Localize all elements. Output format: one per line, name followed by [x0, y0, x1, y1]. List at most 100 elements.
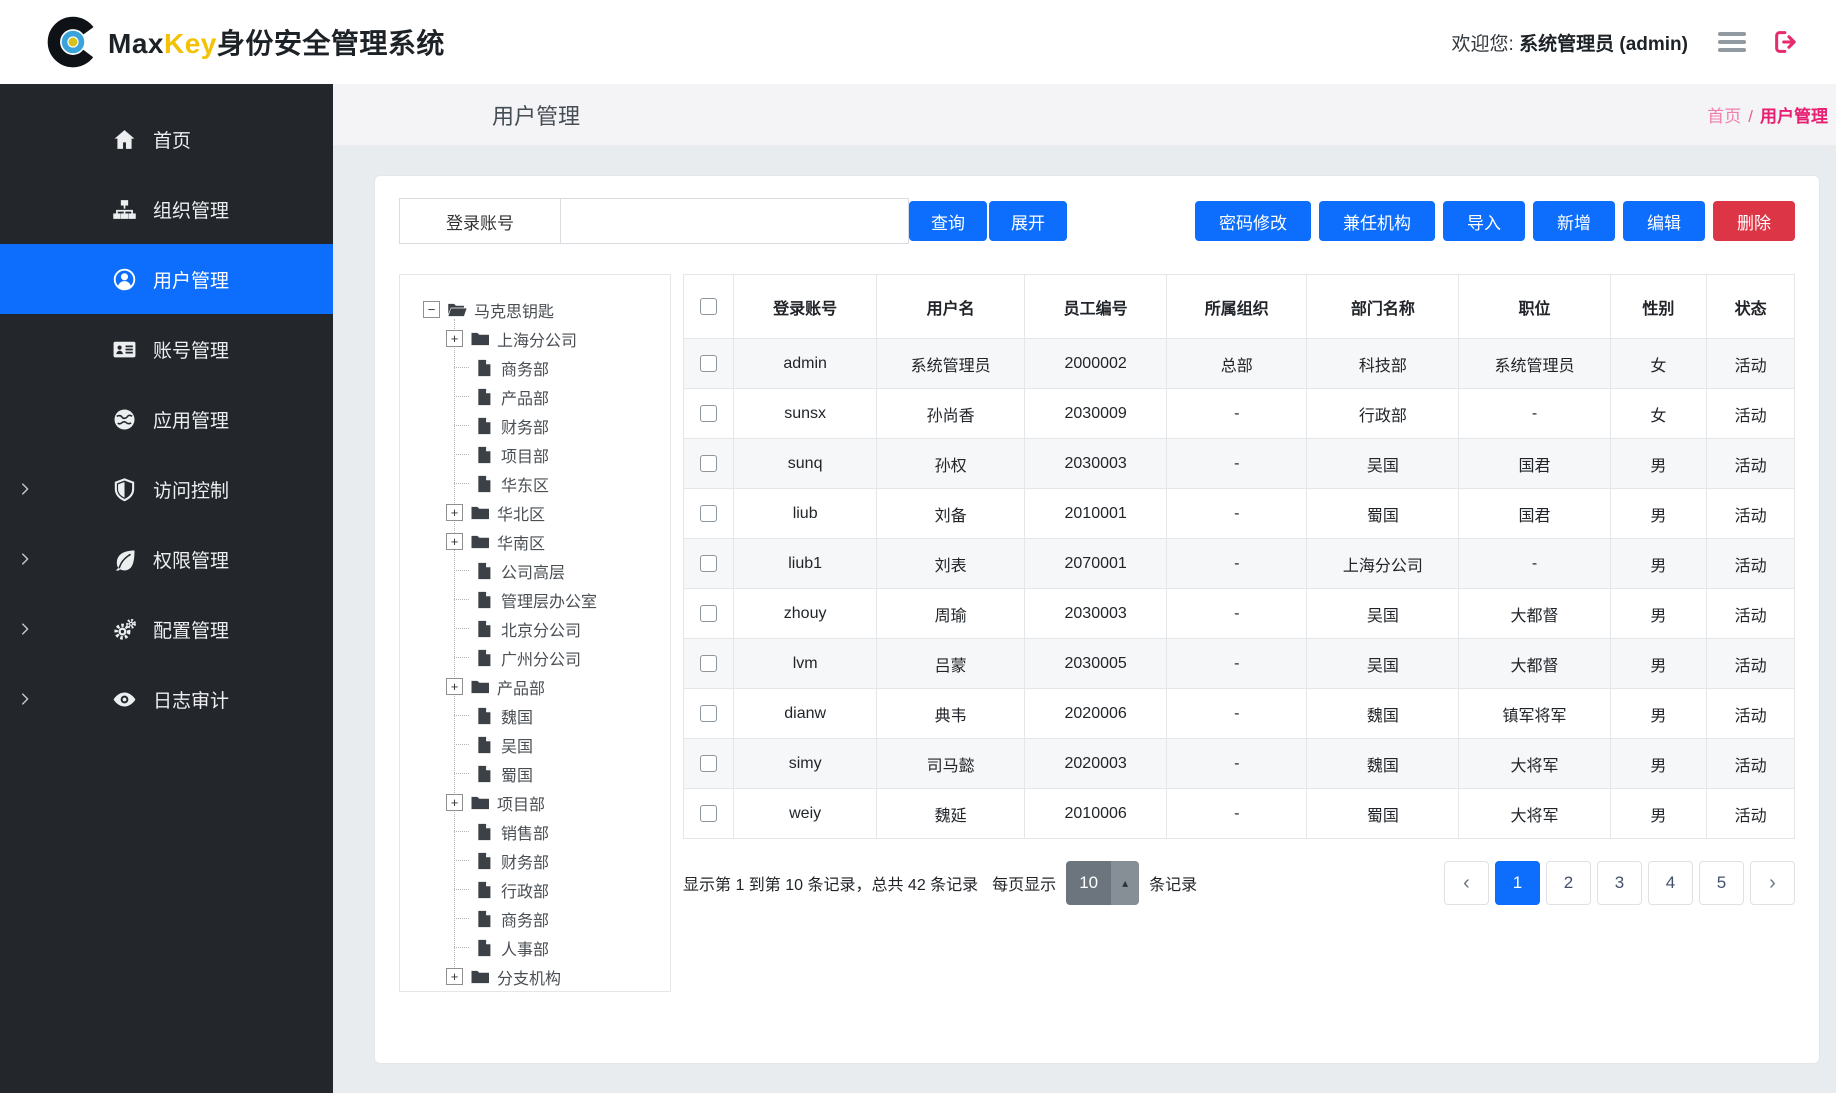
sidebar-item-configuration[interactable]: 配置管理 [0, 594, 333, 664]
pagination-page-3[interactable]: 3 [1597, 861, 1642, 905]
tree-node-label[interactable]: 上海分公司 [497, 327, 577, 351]
tree-node-label[interactable]: 财务部 [501, 849, 549, 873]
table-row[interactable]: sunq孙权2030003-吴国国君男活动 [684, 439, 1795, 489]
pagination-prev[interactable]: ‹ [1444, 861, 1489, 905]
table-row[interactable]: sunsx孙尚香2030009-行政部-女活动 [684, 389, 1795, 439]
sidebar-item-audit[interactable]: 日志审计 [0, 664, 333, 734]
tree-node-label[interactable]: 销售部 [501, 820, 549, 844]
tree-node-label[interactable]: 产品部 [497, 675, 545, 699]
tree-expander-plus[interactable]: + [446, 504, 463, 521]
sidebar-item-permissions[interactable]: 权限管理 [0, 524, 333, 594]
tree-node-label[interactable]: 行政部 [501, 878, 549, 902]
add-button[interactable]: 新增 [1533, 201, 1615, 241]
tree-node-label[interactable]: 分支机构 [497, 965, 561, 989]
tree-node-label[interactable]: 商务部 [501, 907, 549, 931]
tree-node-label[interactable]: 华南区 [497, 530, 545, 554]
delete-button[interactable]: 删除 [1713, 201, 1795, 241]
sidebar-item-accounts[interactable]: 账号管理 [0, 314, 333, 384]
tree-node-label[interactable]: 管理层办公室 [501, 588, 597, 612]
pagination-page-2[interactable]: 2 [1546, 861, 1591, 905]
row-checkbox[interactable] [700, 655, 717, 672]
toolbar: 登录账号 查询 展开 密码修改兼任机构导入新增编辑删除 [399, 198, 1795, 244]
menu-icon[interactable] [1718, 28, 1746, 56]
logout-icon[interactable] [1772, 28, 1800, 56]
pagination-page-1[interactable]: 1 [1495, 861, 1540, 905]
per-page-dropdown[interactable]: 10 ▴ [1066, 861, 1139, 905]
sidebar-item-applications[interactable]: 应用管理 [0, 384, 333, 454]
cell-gender: 男 [1610, 639, 1707, 689]
import-button[interactable]: 导入 [1443, 201, 1525, 241]
select-all-checkbox[interactable] [700, 298, 717, 315]
sidebar-item-users[interactable]: 用户管理 [0, 244, 333, 314]
tree-node-label[interactable]: 公司高层 [501, 559, 565, 583]
cell-employee-id: 2020006 [1025, 689, 1167, 739]
sidebar-item-label: 账号管理 [153, 336, 229, 363]
tree-node-label[interactable]: 人事部 [501, 936, 549, 960]
table-row[interactable]: simy司马懿2020003-魏国大将军男活动 [684, 739, 1795, 789]
tree-node-label[interactable]: 项目部 [501, 443, 549, 467]
table-row[interactable]: dianw典韦2020006-魏国镇军将军男活动 [684, 689, 1795, 739]
table-row[interactable]: zhouy周瑜2030003-吴国大都督男活动 [684, 589, 1795, 639]
tree-expander-plus[interactable]: + [446, 794, 463, 811]
cell-department: 上海分公司 [1307, 539, 1459, 589]
expand-button[interactable]: 展开 [989, 201, 1067, 241]
edit-button[interactable]: 编辑 [1623, 201, 1705, 241]
table-row[interactable]: admin系统管理员2000002总部科技部系统管理员女活动 [684, 339, 1795, 389]
tree-node-label[interactable]: 华北区 [497, 501, 545, 525]
tree-node-label[interactable]: 产品部 [501, 385, 549, 409]
tree-node-label[interactable]: 广州分公司 [501, 646, 581, 670]
caret-up-icon: ▴ [1111, 861, 1139, 905]
welcome-text: 欢迎您: 系统管理员 (admin) [1452, 29, 1688, 56]
row-checkbox[interactable] [700, 355, 717, 372]
login-account-input[interactable] [561, 198, 909, 244]
tree-node-label[interactable]: 吴国 [501, 733, 533, 757]
row-checkbox[interactable] [700, 755, 717, 772]
cell-organization: - [1167, 489, 1307, 539]
tree-node: 广州分公司 [400, 643, 670, 672]
row-checkbox[interactable] [700, 805, 717, 822]
tree-expander-plus[interactable]: + [446, 533, 463, 550]
tree-expander-plus[interactable]: + [446, 678, 463, 695]
tree-node-label[interactable]: 商务部 [501, 356, 549, 380]
column-header-position: 职位 [1459, 275, 1610, 339]
cell-department: 蜀国 [1307, 789, 1459, 839]
pagination-page-5[interactable]: 5 [1699, 861, 1744, 905]
tree-node-label[interactable]: 马克思钥匙 [474, 298, 554, 322]
pagination-page-4[interactable]: 4 [1648, 861, 1693, 905]
tree-node-label[interactable]: 华东区 [501, 472, 549, 496]
row-checkbox[interactable] [700, 455, 717, 472]
content-card: 登录账号 查询 展开 密码修改兼任机构导入新增编辑删除 − 马克思钥匙 + 上海分公司… [374, 175, 1820, 1064]
tree-node: 管理层办公室 [400, 585, 670, 614]
pagination-next[interactable]: › [1750, 861, 1795, 905]
row-checkbox[interactable] [700, 505, 717, 522]
tree-node-label[interactable]: 蜀国 [501, 762, 533, 786]
table-row[interactable]: lvm吕蒙2030005-吴国大都督男活动 [684, 639, 1795, 689]
query-button[interactable]: 查询 [909, 201, 987, 241]
row-checkbox[interactable] [700, 405, 717, 422]
concurrent-org-button[interactable]: 兼任机构 [1319, 201, 1435, 241]
tree-node-label[interactable]: 魏国 [501, 704, 533, 728]
change-password-button[interactable]: 密码修改 [1195, 201, 1311, 241]
tree-node-label[interactable]: 财务部 [501, 414, 549, 438]
table-row[interactable]: liub刘备2010001-蜀国国君男活动 [684, 489, 1795, 539]
breadcrumb-home-link[interactable]: 首页 [1707, 107, 1741, 126]
row-checkbox[interactable] [700, 705, 717, 722]
tree-expander-plus[interactable]: + [446, 968, 463, 985]
tree-node-label[interactable]: 北京分公司 [501, 617, 581, 641]
sidebar-item-home[interactable]: 首页 [0, 104, 333, 174]
row-checkbox[interactable] [700, 605, 717, 622]
cell-login-account: weiy [733, 789, 876, 839]
tree-node-label[interactable]: 项目部 [497, 791, 545, 815]
sidebar-item-organization[interactable]: 组织管理 [0, 174, 333, 244]
tree-expander-plus[interactable]: + [446, 330, 463, 347]
file-icon [474, 416, 494, 436]
cell-login-account: zhouy [733, 589, 876, 639]
cell-organization: - [1167, 589, 1307, 639]
tree-node: + 华南区 [400, 527, 670, 556]
row-checkbox[interactable] [700, 555, 717, 572]
tree-expander-minus[interactable]: − [423, 301, 440, 318]
sidebar-item-access[interactable]: 访问控制 [0, 454, 333, 524]
table-row[interactable]: liub1刘表2070001-上海分公司-男活动 [684, 539, 1795, 589]
table-row[interactable]: weiy魏延2010006-蜀国大将军男活动 [684, 789, 1795, 839]
sidebar-item-label: 应用管理 [153, 406, 229, 433]
